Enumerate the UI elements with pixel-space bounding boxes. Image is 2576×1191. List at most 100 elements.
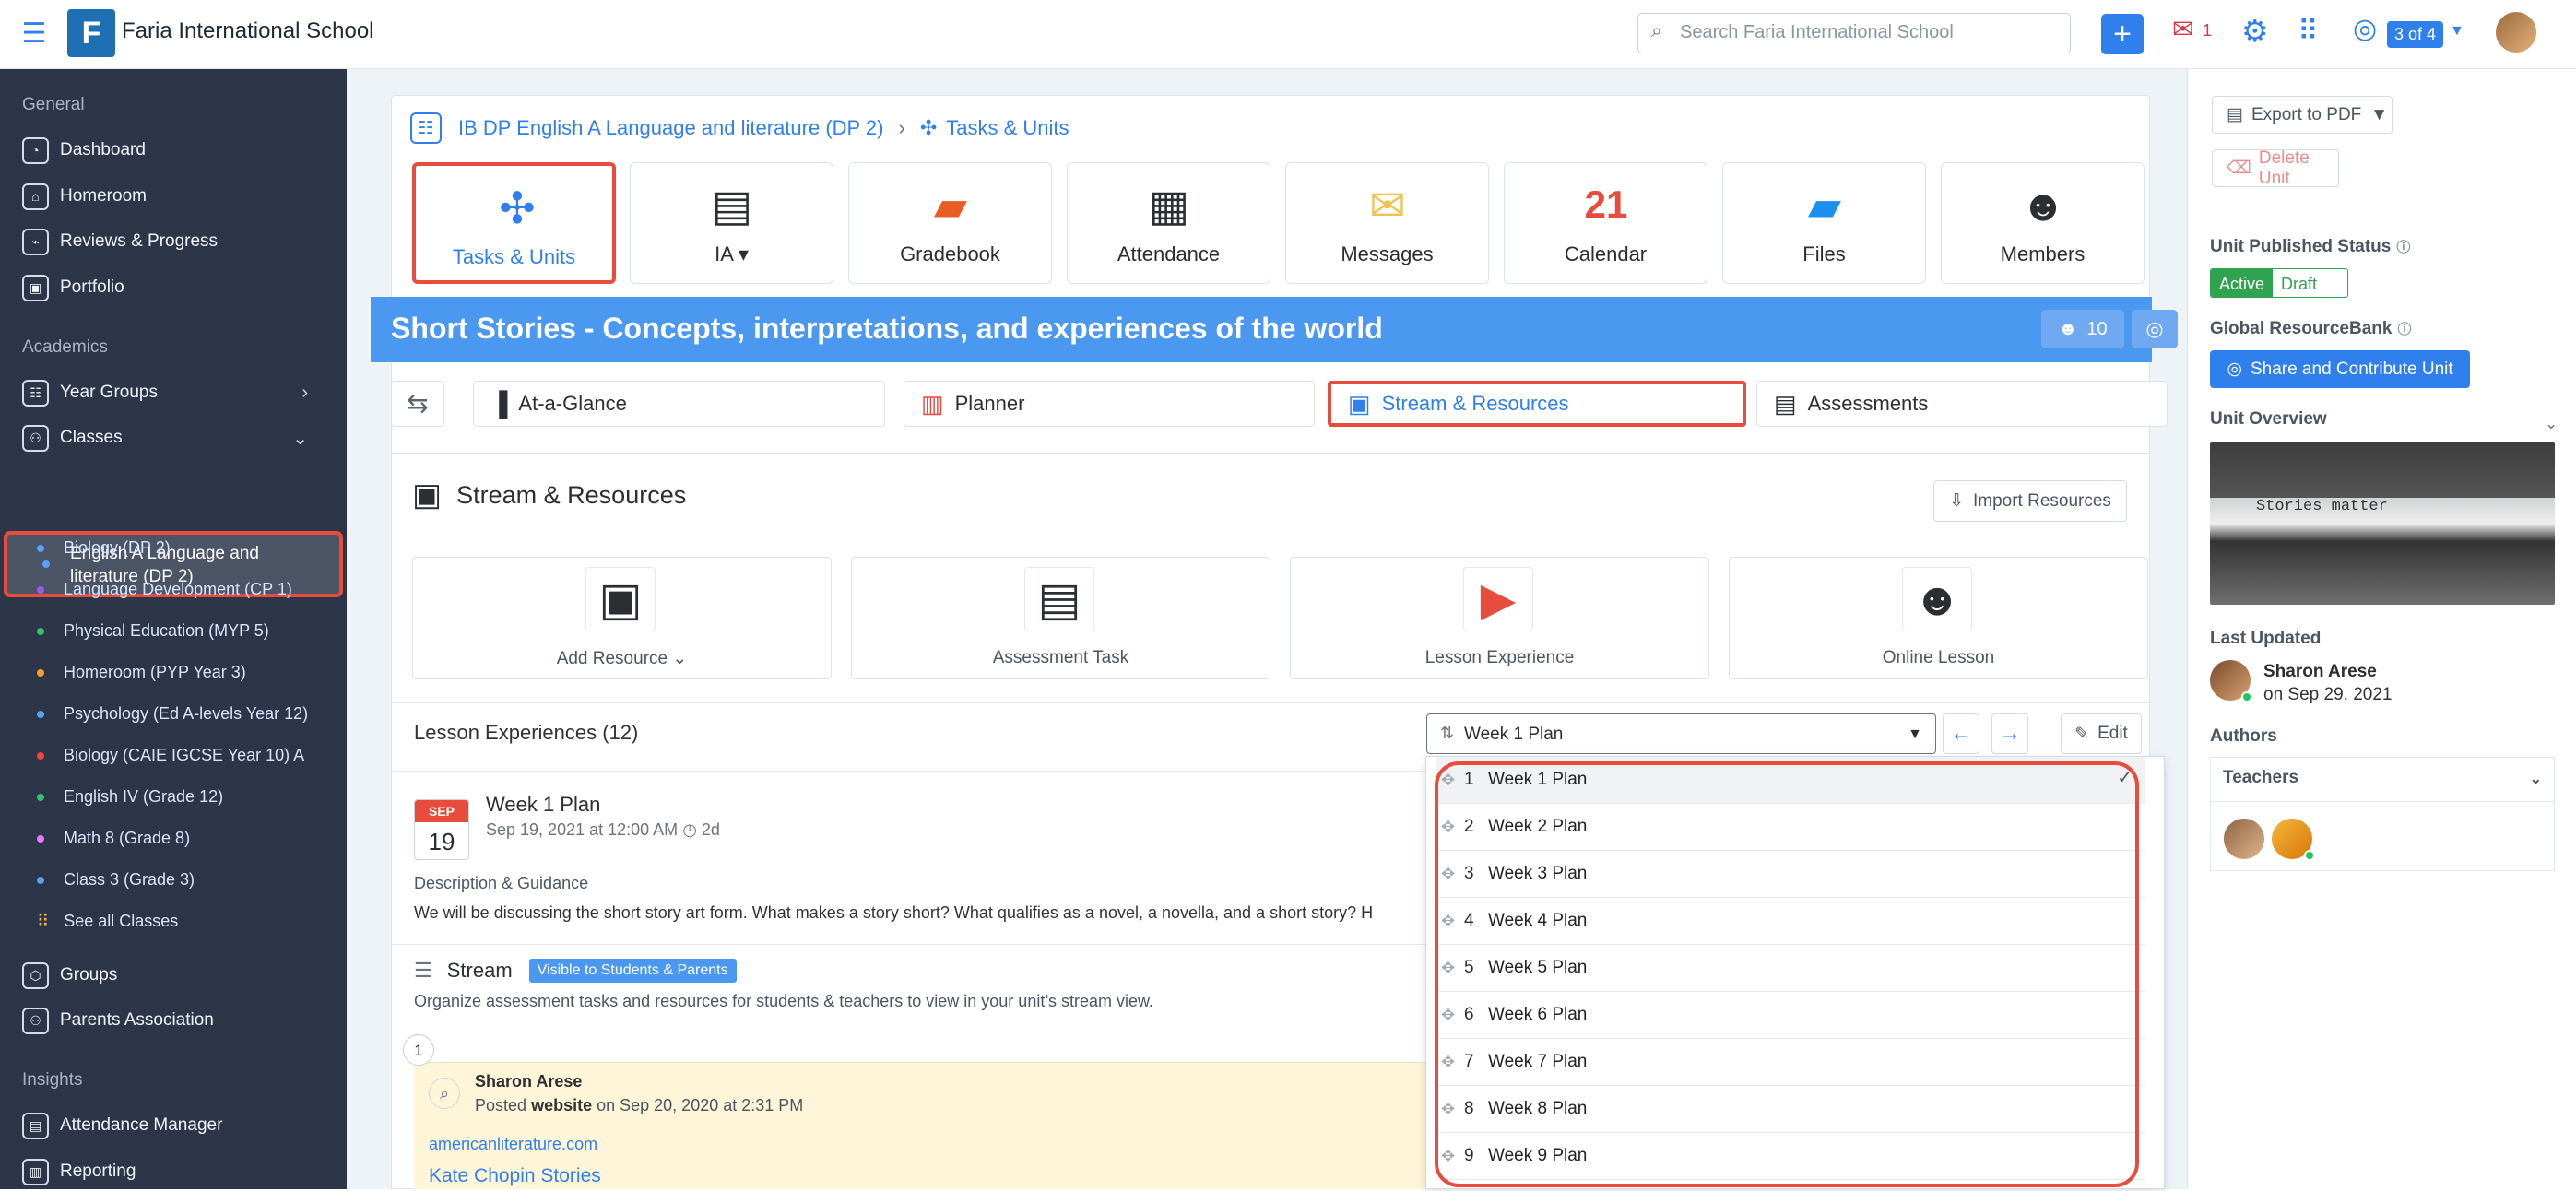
collapse-arrows-icon[interactable]: ⇆ [391, 381, 444, 427]
breadcrumb-course-link[interactable]: IB DP English A Language and literature … [458, 116, 883, 140]
ia-tile[interactable]: ▤ IA ▾ [630, 162, 833, 284]
tab-assessments[interactable]: ▤ Assessments [1756, 381, 2168, 427]
tab-at-a-glance[interactable]: ▐ At-a-Glance [473, 381, 885, 427]
sidebar-item-attendance-manager[interactable]: ▤ Attendance Manager [22, 1106, 222, 1145]
account-pager-badge[interactable]: 3 of 4 [2387, 21, 2444, 48]
drag-handle-icon[interactable]: ✥ [1441, 1006, 1464, 1025]
members-tile[interactable]: ☻ Members [1941, 162, 2145, 284]
class-item-class-3[interactable]: Class 3 (Grade 3) [37, 870, 195, 890]
teachers-collapsible[interactable]: Teachers ⌄ [2210, 757, 2555, 802]
week-option[interactable]: ✥ 2 Week 2 Plan [1436, 804, 2145, 851]
import-resources-button[interactable]: ⇩ Import Resources [1933, 480, 2127, 522]
sidebar-item-reviews-progress[interactable]: ⌁ Reviews & Progress [22, 222, 218, 261]
drag-handle-icon[interactable]: ✥ [1441, 771, 1464, 790]
sidebar-item-reporting[interactable]: ▥ Reporting [22, 1152, 136, 1191]
apps-grid-icon[interactable]: ⠿ [2298, 17, 2319, 45]
sidebar-item-parents-association[interactable]: ⚇ Parents Association [22, 1001, 214, 1040]
drag-handle-icon[interactable]: ✥ [1441, 1100, 1464, 1119]
class-color-dot [37, 668, 44, 677]
previous-week-button[interactable]: ← [1943, 713, 1979, 754]
draft-status-button[interactable]: Draft [2273, 269, 2326, 297]
sidebar-item-classes[interactable]: ⚇ Classes ⌄ [22, 419, 326, 457]
mail-icon[interactable]: ✉ [2172, 17, 2193, 42]
week-option[interactable]: ✥ 7 Week 7 Plan [1436, 1039, 2145, 1086]
sidebar-item-portfolio[interactable]: ▣ Portfolio [22, 268, 124, 307]
publish-status-toggle[interactable]: Active Draft [2210, 268, 2348, 298]
week-option-label: Week 4 Plan [1488, 911, 1588, 930]
next-week-button[interactable]: → [1991, 713, 2028, 754]
assessment-task-card[interactable]: ▤ Assessment Task [851, 557, 1270, 679]
settings-gear-icon[interactable]: ⚙ [2241, 16, 2269, 46]
tab-stream-resources[interactable]: ▣ Stream & Resources [1328, 381, 1746, 427]
lesson-experience-card[interactable]: ▶ Lesson Experience [1290, 557, 1709, 679]
last-updated-name: Sharon Arese [2263, 662, 2377, 681]
class-item-english-iv[interactable]: English IV (Grade 12) [37, 787, 223, 807]
week-option[interactable]: ✥ 9 Week 9 Plan [1436, 1133, 2145, 1180]
week-option[interactable]: ✥ 5 Week 5 Plan [1436, 945, 2145, 992]
class-item-psychology[interactable]: Psychology (Ed A-levels Year 12) [37, 704, 308, 724]
gradebook-tile[interactable]: ▰ Gradebook [848, 162, 1052, 284]
unit-overview-image[interactable]: Stories matter [2210, 442, 2555, 605]
share-contribute-unit-button[interactable]: ◎ Share and Contribute Unit [2210, 350, 2470, 388]
class-item-biology-dp2[interactable]: Biology (DP 2) [37, 538, 171, 558]
unit-globe-button[interactable]: ◎ [2132, 310, 2178, 348]
messages-tile[interactable]: ✉ Messages [1285, 162, 1489, 284]
dropdown-caret-icon: ▾ [738, 242, 749, 265]
teacher-avatar[interactable] [2222, 817, 2266, 861]
tab-planner[interactable]: ▥ Planner [904, 381, 1315, 427]
week-option[interactable]: ✥ 6 Week 6 Plan [1436, 992, 2145, 1039]
online-lesson-card[interactable]: ☻ Online Lesson [1729, 557, 2148, 679]
hamburger-menu-icon[interactable]: ☰ [20, 20, 48, 48]
globe-icon[interactable]: ◎ [2353, 16, 2377, 43]
school-search-input[interactable]: ⌕ Search Faria International School [1637, 13, 2071, 53]
delete-unit-button[interactable]: ⌫ Delete Unit [2212, 148, 2339, 188]
class-color-dot [37, 710, 44, 718]
overview-collapse-chevron-icon[interactable]: ⌄ [2545, 415, 2558, 433]
week-plan-select[interactable]: ⇅ Week 1 Plan ▼ [1426, 713, 1936, 754]
drag-handle-icon[interactable]: ✥ [1441, 912, 1464, 931]
user-avatar[interactable] [2494, 10, 2538, 54]
breadcrumb-current[interactable]: Tasks & Units [946, 116, 1069, 140]
class-color-dot [37, 751, 44, 760]
attendance-tile[interactable]: ▦ Attendance [1067, 162, 1270, 284]
sidebar-item-groups[interactable]: ⬡ Groups [22, 956, 117, 995]
drag-handle-icon[interactable]: ✥ [1441, 1147, 1464, 1166]
edit-lesson-button[interactable]: ✎ Edit [2061, 713, 2142, 754]
drag-handle-icon[interactable]: ✥ [1441, 865, 1464, 884]
class-item-language-development[interactable]: Language Development (CP 1) [37, 580, 292, 599]
add-button[interactable]: + [2101, 14, 2144, 54]
class-item-homeroom-pyp[interactable]: Homeroom (PYP Year 3) [37, 663, 246, 682]
class-item-physical-education[interactable]: Physical Education (MYP 5) [37, 621, 269, 641]
calendar-tile[interactable]: 21 Calendar [1504, 162, 1707, 284]
files-tile[interactable]: ▰ Files [1722, 162, 1926, 284]
sidebar-item-homeroom[interactable]: ⌂ Homeroom [22, 177, 147, 216]
sidebar-item-dashboard[interactable]: ◔ Dashboard [22, 131, 146, 170]
drag-handle-icon[interactable]: ✥ [1441, 818, 1464, 837]
account-menu-chevron-icon[interactable]: ▼ [2450, 23, 2464, 40]
class-item-math-8[interactable]: Math 8 (Grade 8) [37, 829, 190, 848]
school-logo[interactable]: F [67, 9, 115, 57]
gradebook-icon: ▰ [933, 180, 968, 230]
drag-handle-icon[interactable]: ✥ [1441, 1053, 1464, 1072]
week-option[interactable]: ✥ 3 Week 3 Plan [1436, 851, 2145, 898]
export-pdf-button[interactable]: ▤ Export to PDF ▼ [2212, 96, 2393, 134]
classes-icon: ⚇ [22, 424, 49, 452]
lesson-title[interactable]: Week 1 Plan [486, 793, 600, 817]
add-resource-card[interactable]: ▣ Add Resource ⌄ [412, 557, 832, 679]
unit-members-button[interactable]: ☻ 10 [2041, 310, 2124, 348]
active-status-button[interactable]: Active [2211, 269, 2274, 297]
stream-post-card[interactable]: ⌕ Sharon Arese Posted website on Sep 20,… [414, 1062, 1447, 1189]
class-item-biology-caie[interactable]: Biology (CAIE IGCSE Year 10) A [37, 746, 304, 765]
week-option[interactable]: ✥ 8 Week 8 Plan [1436, 1086, 2145, 1133]
sidebar-item-year-groups[interactable]: ☷ Year Groups › [22, 373, 326, 412]
school-name[interactable]: Faria International School [122, 18, 374, 44]
course-grid-icon[interactable]: ☷ [410, 112, 442, 144]
resource-site-link[interactable]: americanliterature.com [429, 1135, 597, 1154]
tasks-units-tile[interactable]: ✣ Tasks & Units [412, 162, 616, 284]
see-all-classes-link[interactable]: ⠿ See all Classes [37, 912, 178, 931]
drag-handle-icon[interactable]: ✥ [1441, 959, 1464, 978]
week-option[interactable]: ✥ 1 Week 1 Plan ✓ [1436, 757, 2145, 804]
week-option[interactable]: ✥ 4 Week 4 Plan [1436, 898, 2145, 945]
tile-label: Tasks & Units [452, 245, 576, 268]
resource-title-link[interactable]: Kate Chopin Stories [429, 1165, 601, 1187]
